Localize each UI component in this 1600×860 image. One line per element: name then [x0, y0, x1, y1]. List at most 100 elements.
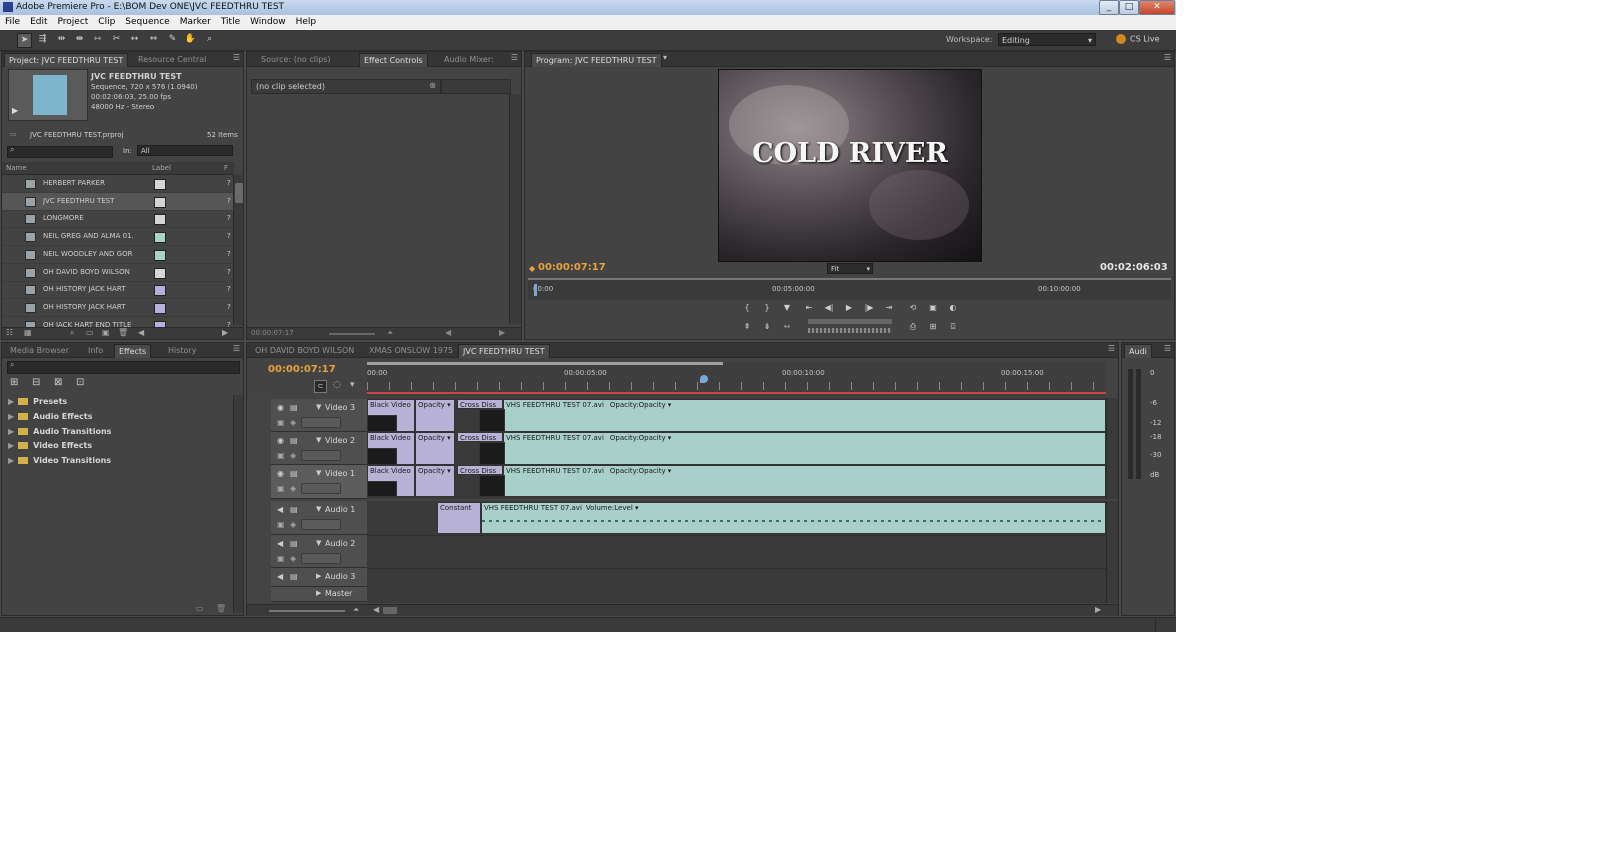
effects-folder[interactable]: ▶ Video Transitions	[8, 456, 111, 465]
settings-icon[interactable]: ⊛	[429, 81, 436, 90]
effects-folder[interactable]: ▶ Video Effects	[8, 441, 92, 450]
new-custom-bin-icon[interactable]: ▭	[196, 604, 204, 613]
timeline-current-time[interactable]: 00:00:07:17	[268, 364, 336, 375]
panel-menu-icon[interactable]: ☰	[233, 344, 240, 353]
vhs-audio-clip[interactable]: VHS FEEDTHRU TEST 07.avi Volume:Level ▾	[481, 502, 1106, 534]
cross-dissolve-transition[interactable]: Cross Diss	[457, 399, 503, 409]
col-name[interactable]: Name	[6, 164, 27, 172]
expand-arrow-icon[interactable]: ▶	[8, 412, 14, 421]
program-time-ruler[interactable]: 00:00 00:05:00:00 00:10:00:00	[528, 278, 1171, 300]
play-icon[interactable]: ▶	[842, 302, 856, 314]
panel-menu-icon[interactable]: ☰	[1164, 53, 1171, 62]
vhs-clip-opacity[interactable]: Opacity:Opacity ▾	[610, 467, 671, 475]
eye-icon[interactable]: ◉	[277, 469, 284, 478]
zoom-tool-icon[interactable]: ⌕	[203, 33, 216, 46]
effects-folder[interactable]: ▶ Audio Effects	[8, 412, 93, 421]
speaker-icon[interactable]: ◀	[277, 539, 283, 548]
display-style-icon[interactable]: ▣	[277, 520, 285, 529]
black-video-opacity[interactable]: Opacity ▾	[415, 465, 455, 497]
track-header[interactable]: ▶ Master	[271, 587, 367, 602]
keyframe-nav[interactable]	[301, 450, 341, 461]
export-frame-icon[interactable]: ⎙	[906, 321, 920, 333]
display-style-icon[interactable]: ▣	[277, 451, 285, 460]
collapse-arrow-icon[interactable]: ▼	[316, 539, 321, 547]
label-color-swatch[interactable]	[154, 196, 166, 208]
new-folder-icon[interactable]: ⊡	[76, 377, 84, 388]
jog-disk[interactable]	[808, 328, 892, 333]
project-scroll-thumb[interactable]	[235, 183, 243, 203]
label-color-swatch[interactable]	[154, 285, 166, 297]
delete-icon[interactable]: 🗑	[216, 604, 226, 613]
keyframe-nav[interactable]	[301, 483, 341, 494]
vhs-clip-opacity[interactable]: Opacity:Opacity ▾	[610, 401, 671, 409]
tab-source[interactable]: Source: (no clips)	[257, 53, 335, 66]
zoom-in-icon[interactable]: ⏶	[353, 605, 359, 615]
collapse-arrow-icon[interactable]: ▼	[316, 403, 321, 411]
slip-tool-icon[interactable]: ↔	[128, 33, 141, 46]
set-encore-marker-icon[interactable]: ◌	[333, 380, 341, 390]
program-video-frame[interactable]: COLD RIVER	[718, 69, 982, 262]
sync-lock-icon[interactable]: ▤	[290, 436, 298, 445]
menu-title[interactable]: Title	[216, 15, 245, 30]
panel-menu-icon[interactable]: ☰	[1108, 344, 1115, 353]
new-bin-icon[interactable]: ▭	[86, 328, 94, 337]
label-color-swatch[interactable]	[154, 179, 166, 190]
effects-folder[interactable]: ▶ Presets	[8, 397, 67, 406]
accelerated-effects-icon[interactable]: ⊞	[10, 377, 18, 388]
scroll-right-icon[interactable]: ▶	[1095, 605, 1101, 614]
sync-lock-icon[interactable]: ▤	[290, 403, 298, 412]
expand-arrow-icon[interactable]: ▶	[8, 397, 14, 406]
timeline-ruler[interactable]: 00:00 00:00:05:00 00:00:10:00 00:00:15:0…	[367, 362, 1106, 396]
tab-sequence-2[interactable]: XMAS ONSLOW 1975	[365, 344, 457, 357]
sync-lock-icon[interactable]: ▤	[290, 505, 298, 514]
mark-in-icon[interactable]: {	[740, 302, 754, 314]
keyframe-icon[interactable]: ◈	[290, 451, 296, 460]
rolling-edit-tool-icon[interactable]: ⇼	[73, 33, 86, 46]
panel-menu-icon[interactable]: ☰	[1164, 344, 1171, 353]
col-extra[interactable]: F	[224, 164, 228, 172]
track-header[interactable]: ◉ ▤ ▼ Video 2 ▣ ◈	[271, 432, 367, 465]
display-style-icon[interactable]: ▣	[277, 554, 285, 563]
vhs-clip[interactable]: VHS FEEDTHRU TEST 07.avi Opacity:Opacity …	[503, 465, 1106, 497]
project-scrollbar[interactable]	[233, 175, 243, 325]
project-item[interactable]: JVC FEEDTHRU TEST?	[2, 192, 234, 211]
scroll-left-icon[interactable]: ◀	[445, 328, 451, 337]
vhs-audio-volume[interactable]: Volume:Level ▾	[586, 504, 639, 512]
32bit-effects-icon[interactable]: ⊟	[32, 377, 40, 388]
menu-clip[interactable]: Clip	[93, 15, 120, 30]
set-marker-icon[interactable]: ▼	[780, 302, 794, 314]
tab-info[interactable]: Info	[84, 344, 107, 357]
program-dropdown-icon[interactable]: ▾	[663, 53, 667, 62]
mark-out-icon[interactable]: }	[760, 302, 774, 314]
selection-tool-icon[interactable]: ➤	[17, 33, 32, 48]
project-search-input[interactable]: ⌕	[7, 145, 113, 158]
program-current-time[interactable]: 00:00:07:17	[538, 262, 606, 273]
collapse-arrow-icon[interactable]: ▼	[316, 436, 321, 444]
clear-icon[interactable]: 🗑	[118, 328, 128, 337]
menu-file[interactable]: File	[0, 15, 25, 30]
col-label[interactable]: Label	[152, 164, 171, 172]
menu-edit[interactable]: Edit	[25, 15, 52, 30]
project-item[interactable]: OH HISTORY JACK HART?	[2, 281, 234, 300]
tab-audio-mixer[interactable]: Audio Mixer:	[440, 53, 498, 66]
workspace-select[interactable]: Editing ▾	[998, 33, 1096, 46]
effects-scrollbar[interactable]	[233, 395, 243, 613]
tab-resource-central[interactable]: Resource Central	[134, 53, 210, 66]
menu-sequence[interactable]: Sequence	[120, 15, 174, 30]
trim-icon[interactable]: ⇿	[780, 321, 794, 333]
scroll-right-icon[interactable]: ▶	[499, 328, 505, 337]
maximize-button[interactable]: □	[1119, 0, 1139, 15]
slide-tool-icon[interactable]: ⇔	[147, 33, 160, 46]
collapse-arrow-icon[interactable]: ▶	[316, 572, 321, 580]
go-to-in-icon[interactable]: ⇤	[802, 302, 816, 314]
zoom-in-icon[interactable]: ⏶	[387, 328, 393, 338]
expand-arrow-icon[interactable]: ▶	[8, 441, 14, 450]
cs-live-button[interactable]: CS Live	[1116, 34, 1160, 44]
effect-controls-scrollbar[interactable]	[509, 94, 521, 324]
scroll-left-icon[interactable]: ◀	[138, 328, 144, 337]
expand-arrow-icon[interactable]: ▶	[8, 456, 14, 465]
in-select[interactable]: All	[137, 145, 233, 156]
loop-icon[interactable]: ⟲	[906, 302, 920, 314]
tab-effect-controls[interactable]: Effect Controls	[359, 53, 428, 67]
snap-icon[interactable]: ⊂	[314, 380, 327, 393]
